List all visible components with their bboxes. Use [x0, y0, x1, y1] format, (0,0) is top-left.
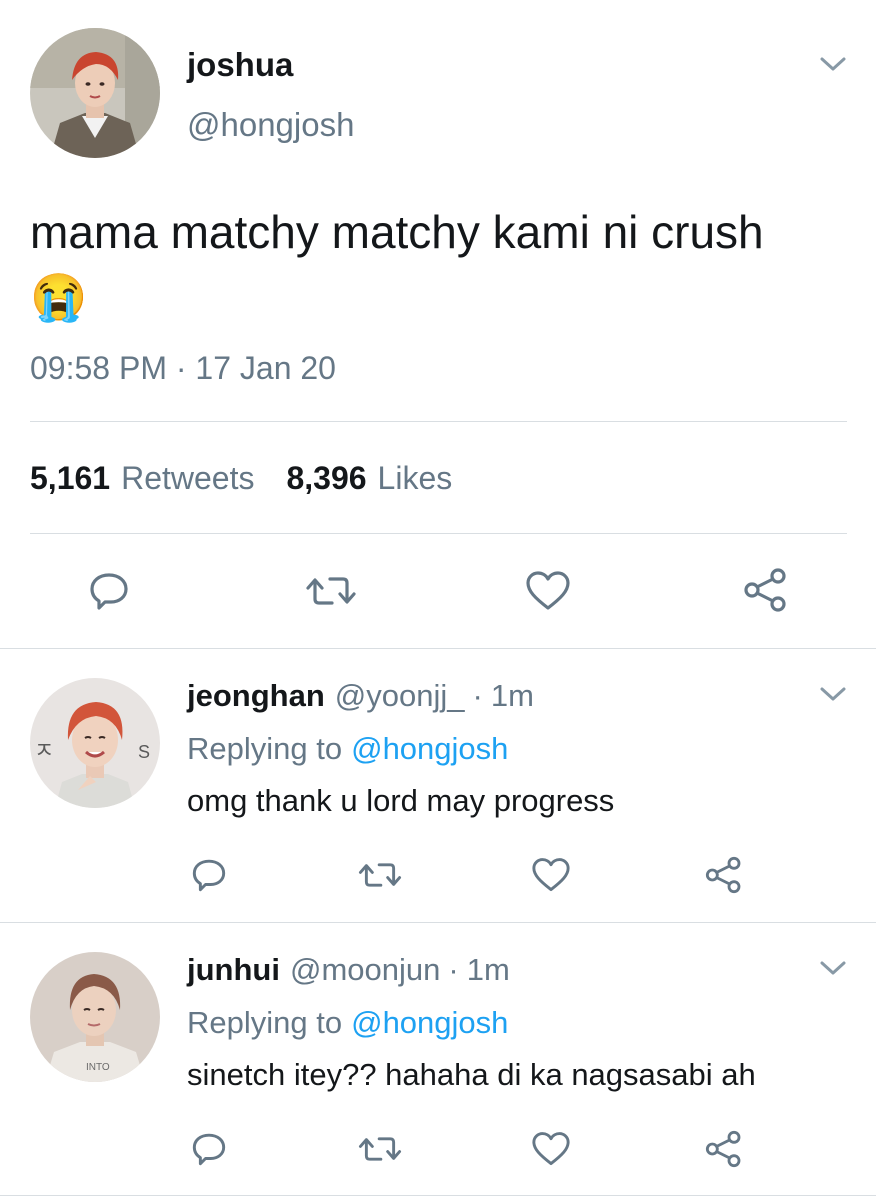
separator: · [448, 952, 459, 987]
share-button[interactable] [742, 566, 790, 614]
like-button[interactable] [530, 855, 572, 895]
likes-label[interactable]: Likes [378, 460, 453, 497]
share-button[interactable] [703, 854, 745, 896]
retweet-icon [358, 863, 402, 887]
display-name[interactable]: jeonghan [187, 678, 325, 714]
like-icon [532, 1132, 570, 1166]
likes-count[interactable]: 8,396 [286, 460, 366, 497]
separator: · [472, 678, 483, 713]
retweet-button[interactable] [303, 568, 359, 614]
reply-header: junhui @moonjun · 1m [187, 952, 510, 988]
retweet-button[interactable] [356, 1129, 404, 1169]
divider [0, 648, 876, 649]
time[interactable]: 1m [491, 678, 534, 714]
retweet-icon [358, 1137, 402, 1161]
share-icon [705, 1130, 741, 1168]
replying-to-handle[interactable]: @hongjosh [351, 731, 508, 767]
display-name[interactable]: junhui [187, 952, 280, 988]
replying-to-handle[interactable]: @hongjosh [351, 1005, 508, 1041]
share-button[interactable] [703, 1128, 745, 1170]
chevron-down-icon[interactable] [818, 684, 848, 704]
handle[interactable]: @yoonjj_ [335, 678, 465, 714]
handle[interactable]: @hongjosh [187, 106, 354, 144]
retweet-icon [306, 577, 356, 605]
share-icon [705, 856, 741, 894]
share-icon [744, 568, 786, 612]
divider [30, 533, 847, 534]
timestamp[interactable]: 09:58 PM · 17 Jan 20 [30, 350, 336, 387]
engagement-stats: 5,161 Retweets 8,396 Likes [30, 460, 452, 497]
replying-to: Replying to @hongjosh [187, 1005, 508, 1041]
chevron-down-icon[interactable] [818, 958, 848, 978]
emoji: 😭 [30, 271, 88, 323]
reply-text: omg thank u lord may progress [187, 783, 615, 818]
reply-icon [192, 859, 226, 892]
reply-icon [192, 1133, 226, 1166]
replying-to-label: Replying to [187, 731, 343, 766]
avatar[interactable]: INTO [30, 952, 160, 1082]
divider [0, 922, 876, 923]
reply-button[interactable] [189, 855, 229, 895]
replying-to: Replying to @hongjosh [187, 731, 508, 767]
tweet-text-body: mama matchy matchy kami ni crush [30, 206, 764, 258]
like-button[interactable] [524, 568, 572, 614]
display-name[interactable]: joshua [187, 46, 293, 84]
replying-to-label: Replying to [187, 1005, 343, 1040]
time[interactable]: 1m [467, 952, 510, 988]
reply-button[interactable] [189, 1129, 229, 1169]
retweet-button[interactable] [356, 855, 404, 895]
divider [0, 1195, 876, 1196]
avatar[interactable] [30, 28, 160, 158]
like-button[interactable] [530, 1129, 572, 1169]
chevron-down-icon[interactable] [818, 54, 848, 74]
svg-text:INTO: INTO [86, 1062, 110, 1073]
retweets-label[interactable]: Retweets [121, 460, 254, 497]
svg-text:ㅈ: ㅈ [34, 738, 54, 763]
divider [30, 421, 847, 422]
avatar[interactable]: ㅈ S [30, 678, 160, 808]
svg-text:S: S [138, 742, 150, 762]
reply-header: jeonghan @yoonjj_ · 1m [187, 678, 534, 714]
like-icon [532, 858, 570, 892]
reply-icon [90, 573, 128, 610]
reply-text: sinetch itey?? hahaha di ka nagsasabi ah [187, 1057, 756, 1092]
handle[interactable]: @moonjun [290, 952, 440, 988]
retweets-count[interactable]: 5,161 [30, 460, 110, 497]
like-icon [526, 571, 570, 610]
tweet-text: mama matchy matchy kami ni crush 😭 [30, 200, 790, 330]
reply-button[interactable] [86, 568, 132, 614]
